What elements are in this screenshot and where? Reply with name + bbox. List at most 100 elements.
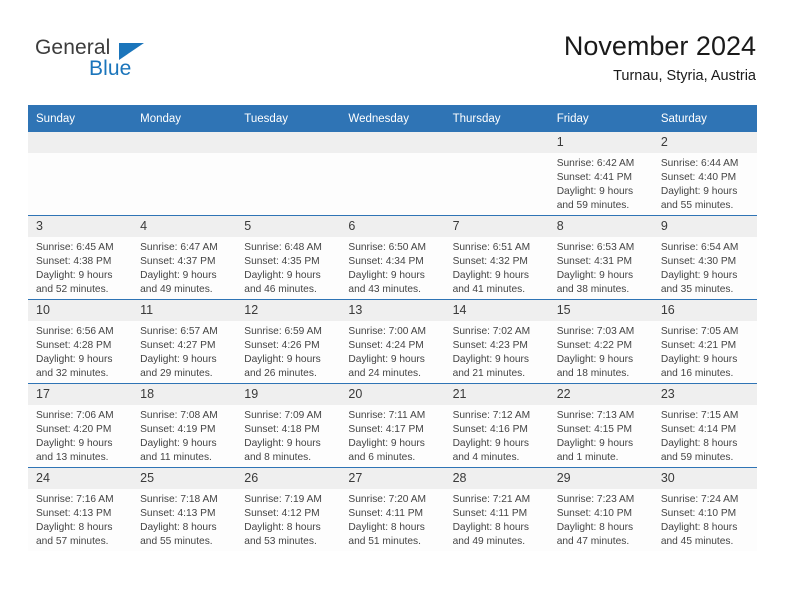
sun-info-sunrise: Sunrise: 7:23 AM <box>556 494 635 505</box>
calendar-week-row: 3 Sunrise: 6:45 AM Sunset: 4:38 PM Daylight… <box>28 215 757 300</box>
sun-info-sunrise: Sunrise: 7:13 AM <box>556 410 635 421</box>
day-sun-info: Sunrise: 6:51 AM Sunset: 4:32 PM Daylight:… <box>445 237 549 297</box>
calendar-day-cell[interactable]: 10 Sunrise: 6:56 AM Sunset: 4:28 PM Dayligh… <box>28 299 133 384</box>
sun-info-sunrise: Sunrise: 7:16 AM <box>36 494 114 505</box>
day-sun-info: Sunrise: 6:45 AM Sunset: 4:38 PM Daylight:… <box>28 237 132 297</box>
logo-text-blue: Blue <box>89 57 132 80</box>
calendar-day-cell[interactable]: 18 Sunrise: 7:08 AM Sunset: 4:19 PM Dayligh… <box>132 383 237 468</box>
calendar-day-cell-empty <box>236 132 341 216</box>
calendar-day-cell[interactable]: 19 Sunrise: 7:09 AM Sunset: 4:18 PM Dayligh… <box>236 383 341 468</box>
calendar-day-cell[interactable]: 28 Sunrise: 7:21 AM Sunset: 4:11 PM Dayligh… <box>444 467 549 551</box>
location-subtitle: Turnau, Styria, Austria <box>613 68 756 84</box>
sun-info-daylight-line2: and 4 minutes. <box>452 452 520 464</box>
calendar-day-cell[interactable]: 1 Sunrise: 6:42 AM Sunset: 4:41 PM Daylight… <box>548 132 653 216</box>
calendar-day-cell[interactable]: 5 Sunrise: 6:48 AM Sunset: 4:35 PM Daylight… <box>236 215 341 300</box>
calendar-day-cell[interactable]: 26 Sunrise: 7:19 AM Sunset: 4:12 PM Dayligh… <box>236 467 341 551</box>
weekday-header-row: Sunday Monday Tuesday Wednesday Thursday… <box>28 105 757 132</box>
sun-info-daylight-line1: Daylight: 8 hours <box>452 522 530 534</box>
sun-info-sunset: Sunset: 4:20 PM <box>36 424 112 436</box>
calendar-day-cell[interactable]: 16 Sunrise: 7:05 AM Sunset: 4:21 PM Dayligh… <box>652 299 757 384</box>
calendar-day-cell[interactable]: 15 Sunrise: 7:03 AM Sunset: 4:22 PM Dayligh… <box>548 299 653 384</box>
calendar-day-cell[interactable]: 22 Sunrise: 7:13 AM Sunset: 4:15 PM Dayligh… <box>548 383 653 468</box>
calendar-body: 1 Sunrise: 6:42 AM Sunset: 4:41 PM Daylight… <box>28 132 757 551</box>
sun-info-daylight-line1: Daylight: 9 hours <box>244 438 321 450</box>
sun-info-sunrise: Sunrise: 7:05 AM <box>660 326 739 337</box>
day-number: 20 <box>340 384 445 405</box>
sun-info-sunset: Sunset: 4:10 PM <box>660 508 737 520</box>
calendar-day-cell[interactable]: 25 Sunrise: 7:18 AM Sunset: 4:13 PM Dayligh… <box>132 467 237 551</box>
sun-info-sunrise: Sunrise: 6:45 AM <box>36 242 114 253</box>
sun-info-daylight-line2: and 59 minutes. <box>556 200 630 212</box>
calendar-day-cell[interactable]: 21 Sunrise: 7:12 AM Sunset: 4:16 PM Dayligh… <box>444 383 549 468</box>
day-number: 6 <box>340 216 445 237</box>
calendar-day-cell[interactable]: 7 Sunrise: 6:51 AM Sunset: 4:32 PM Daylight… <box>444 215 549 300</box>
sun-info-sunset: Sunset: 4:13 PM <box>140 508 216 520</box>
sun-info-daylight-line2: and 6 minutes. <box>348 452 416 464</box>
sun-info-daylight-line1: Daylight: 8 hours <box>36 522 113 534</box>
calendar-day-cell[interactable]: 17 Sunrise: 7:06 AM Sunset: 4:20 PM Dayligh… <box>28 383 133 468</box>
calendar-day-cell[interactable]: 3 Sunrise: 6:45 AM Sunset: 4:38 PM Daylight… <box>28 215 133 300</box>
calendar-day-cell[interactable]: 11 Sunrise: 6:57 AM Sunset: 4:27 PM Dayligh… <box>132 299 237 384</box>
general-blue-logo[interactable]: General Blue <box>35 36 165 86</box>
weekday-header-sunday: Sunday <box>28 105 133 132</box>
calendar-week-row: 10 Sunrise: 6:56 AM Sunset: 4:28 PM Dayligh… <box>28 299 757 384</box>
calendar-day-cell[interactable]: 23 Sunrise: 7:15 AM Sunset: 4:14 PM Dayligh… <box>652 383 757 468</box>
calendar-day-cell[interactable]: 14 Sunrise: 7:02 AM Sunset: 4:23 PM Dayligh… <box>444 299 549 384</box>
calendar-day-cell[interactable]: 29 Sunrise: 7:23 AM Sunset: 4:10 PM Dayligh… <box>548 467 653 551</box>
sun-info-daylight-line2: and 43 minutes. <box>348 284 421 296</box>
sun-info-daylight-line2: and 57 minutes. <box>36 536 109 548</box>
day-number: 17 <box>28 384 133 405</box>
sun-info-daylight-line2: and 18 minutes. <box>556 368 630 380</box>
sun-info-daylight-line2: and 51 minutes. <box>348 536 421 548</box>
day-sun-info: Sunrise: 7:11 AM Sunset: 4:17 PM Daylight:… <box>340 405 444 465</box>
calendar-day-cell[interactable]: 6 Sunrise: 6:50 AM Sunset: 4:34 PM Daylight… <box>340 215 445 300</box>
calendar-day-cell[interactable]: 20 Sunrise: 7:11 AM Sunset: 4:17 PM Dayligh… <box>340 383 445 468</box>
calendar-day-cell[interactable]: 24 Sunrise: 7:16 AM Sunset: 4:13 PM Dayligh… <box>28 467 133 551</box>
day-sun-info: Sunrise: 6:48 AM Sunset: 4:35 PM Daylight:… <box>236 237 340 297</box>
sun-info-daylight-line2: and 35 minutes. <box>660 284 734 296</box>
sun-info-daylight-line1: Daylight: 9 hours <box>244 354 321 366</box>
page-title: November 2024 <box>563 31 756 61</box>
day-number: 23 <box>652 384 757 405</box>
sun-info-daylight-line1: Daylight: 8 hours <box>660 522 738 534</box>
sun-info-sunset: Sunset: 4:10 PM <box>556 508 633 520</box>
sun-info-sunrise: Sunrise: 6:50 AM <box>348 242 427 253</box>
sun-info-daylight-line2: and 1 minute. <box>556 452 619 464</box>
sun-info-sunrise: Sunrise: 6:56 AM <box>36 326 114 337</box>
sun-info-daylight-line1: Daylight: 9 hours <box>244 270 321 282</box>
day-sun-info: Sunrise: 7:13 AM Sunset: 4:15 PM Daylight:… <box>549 405 653 465</box>
sun-info-daylight-line1: Daylight: 9 hours <box>36 438 113 450</box>
sun-info-daylight-line2: and 53 minutes. <box>244 536 317 548</box>
sun-info-daylight-line2: and 38 minutes. <box>556 284 630 296</box>
calendar-day-cell[interactable]: 13 Sunrise: 7:00 AM Sunset: 4:24 PM Dayligh… <box>340 299 445 384</box>
calendar-day-cell[interactable]: 12 Sunrise: 6:59 AM Sunset: 4:26 PM Dayligh… <box>236 299 341 384</box>
day-number: 13 <box>340 300 445 321</box>
day-number: 4 <box>132 216 237 237</box>
sun-info-sunrise: Sunrise: 6:48 AM <box>244 242 322 253</box>
sun-info-daylight-line2: and 11 minutes. <box>140 452 212 464</box>
sun-info-sunrise: Sunrise: 7:00 AM <box>348 326 427 337</box>
day-number: 18 <box>132 384 237 405</box>
calendar-day-cell[interactable]: 27 Sunrise: 7:20 AM Sunset: 4:11 PM Dayligh… <box>340 467 445 551</box>
day-sun-info: Sunrise: 7:20 AM Sunset: 4:11 PM Daylight:… <box>340 489 444 549</box>
day-number: 19 <box>236 384 341 405</box>
weekday-header-friday: Friday <box>548 105 653 132</box>
day-sun-info: Sunrise: 6:56 AM Sunset: 4:28 PM Daylight:… <box>28 321 132 381</box>
day-sun-info: Sunrise: 7:16 AM Sunset: 4:13 PM Daylight:… <box>28 489 132 549</box>
calendar-day-cell[interactable]: 30 Sunrise: 7:24 AM Sunset: 4:10 PM Dayligh… <box>652 467 757 551</box>
calendar-day-cell[interactable]: 9 Sunrise: 6:54 AM Sunset: 4:30 PM Daylight… <box>652 215 757 300</box>
calendar-day-cell[interactable]: 2 Sunrise: 6:44 AM Sunset: 4:40 PM Daylight… <box>652 132 757 216</box>
sun-info-daylight-line2: and 52 minutes. <box>36 284 109 296</box>
day-sun-info: Sunrise: 7:12 AM Sunset: 4:16 PM Daylight:… <box>445 405 549 465</box>
sun-info-sunset: Sunset: 4:16 PM <box>452 424 528 436</box>
sun-info-sunrise: Sunrise: 7:19 AM <box>244 494 322 505</box>
day-number: 27 <box>340 468 445 489</box>
calendar-day-cell[interactable]: 8 Sunrise: 6:53 AM Sunset: 4:31 PM Daylight… <box>548 215 653 300</box>
day-number <box>444 132 549 153</box>
sun-info-sunrise: Sunrise: 6:44 AM <box>660 158 739 169</box>
calendar-day-cell[interactable]: 4 Sunrise: 6:47 AM Sunset: 4:37 PM Daylight… <box>132 215 237 300</box>
sun-info-daylight-line1: Daylight: 8 hours <box>140 522 217 534</box>
day-number: 2 <box>652 132 757 153</box>
day-number: 16 <box>652 300 757 321</box>
day-number <box>28 132 133 153</box>
